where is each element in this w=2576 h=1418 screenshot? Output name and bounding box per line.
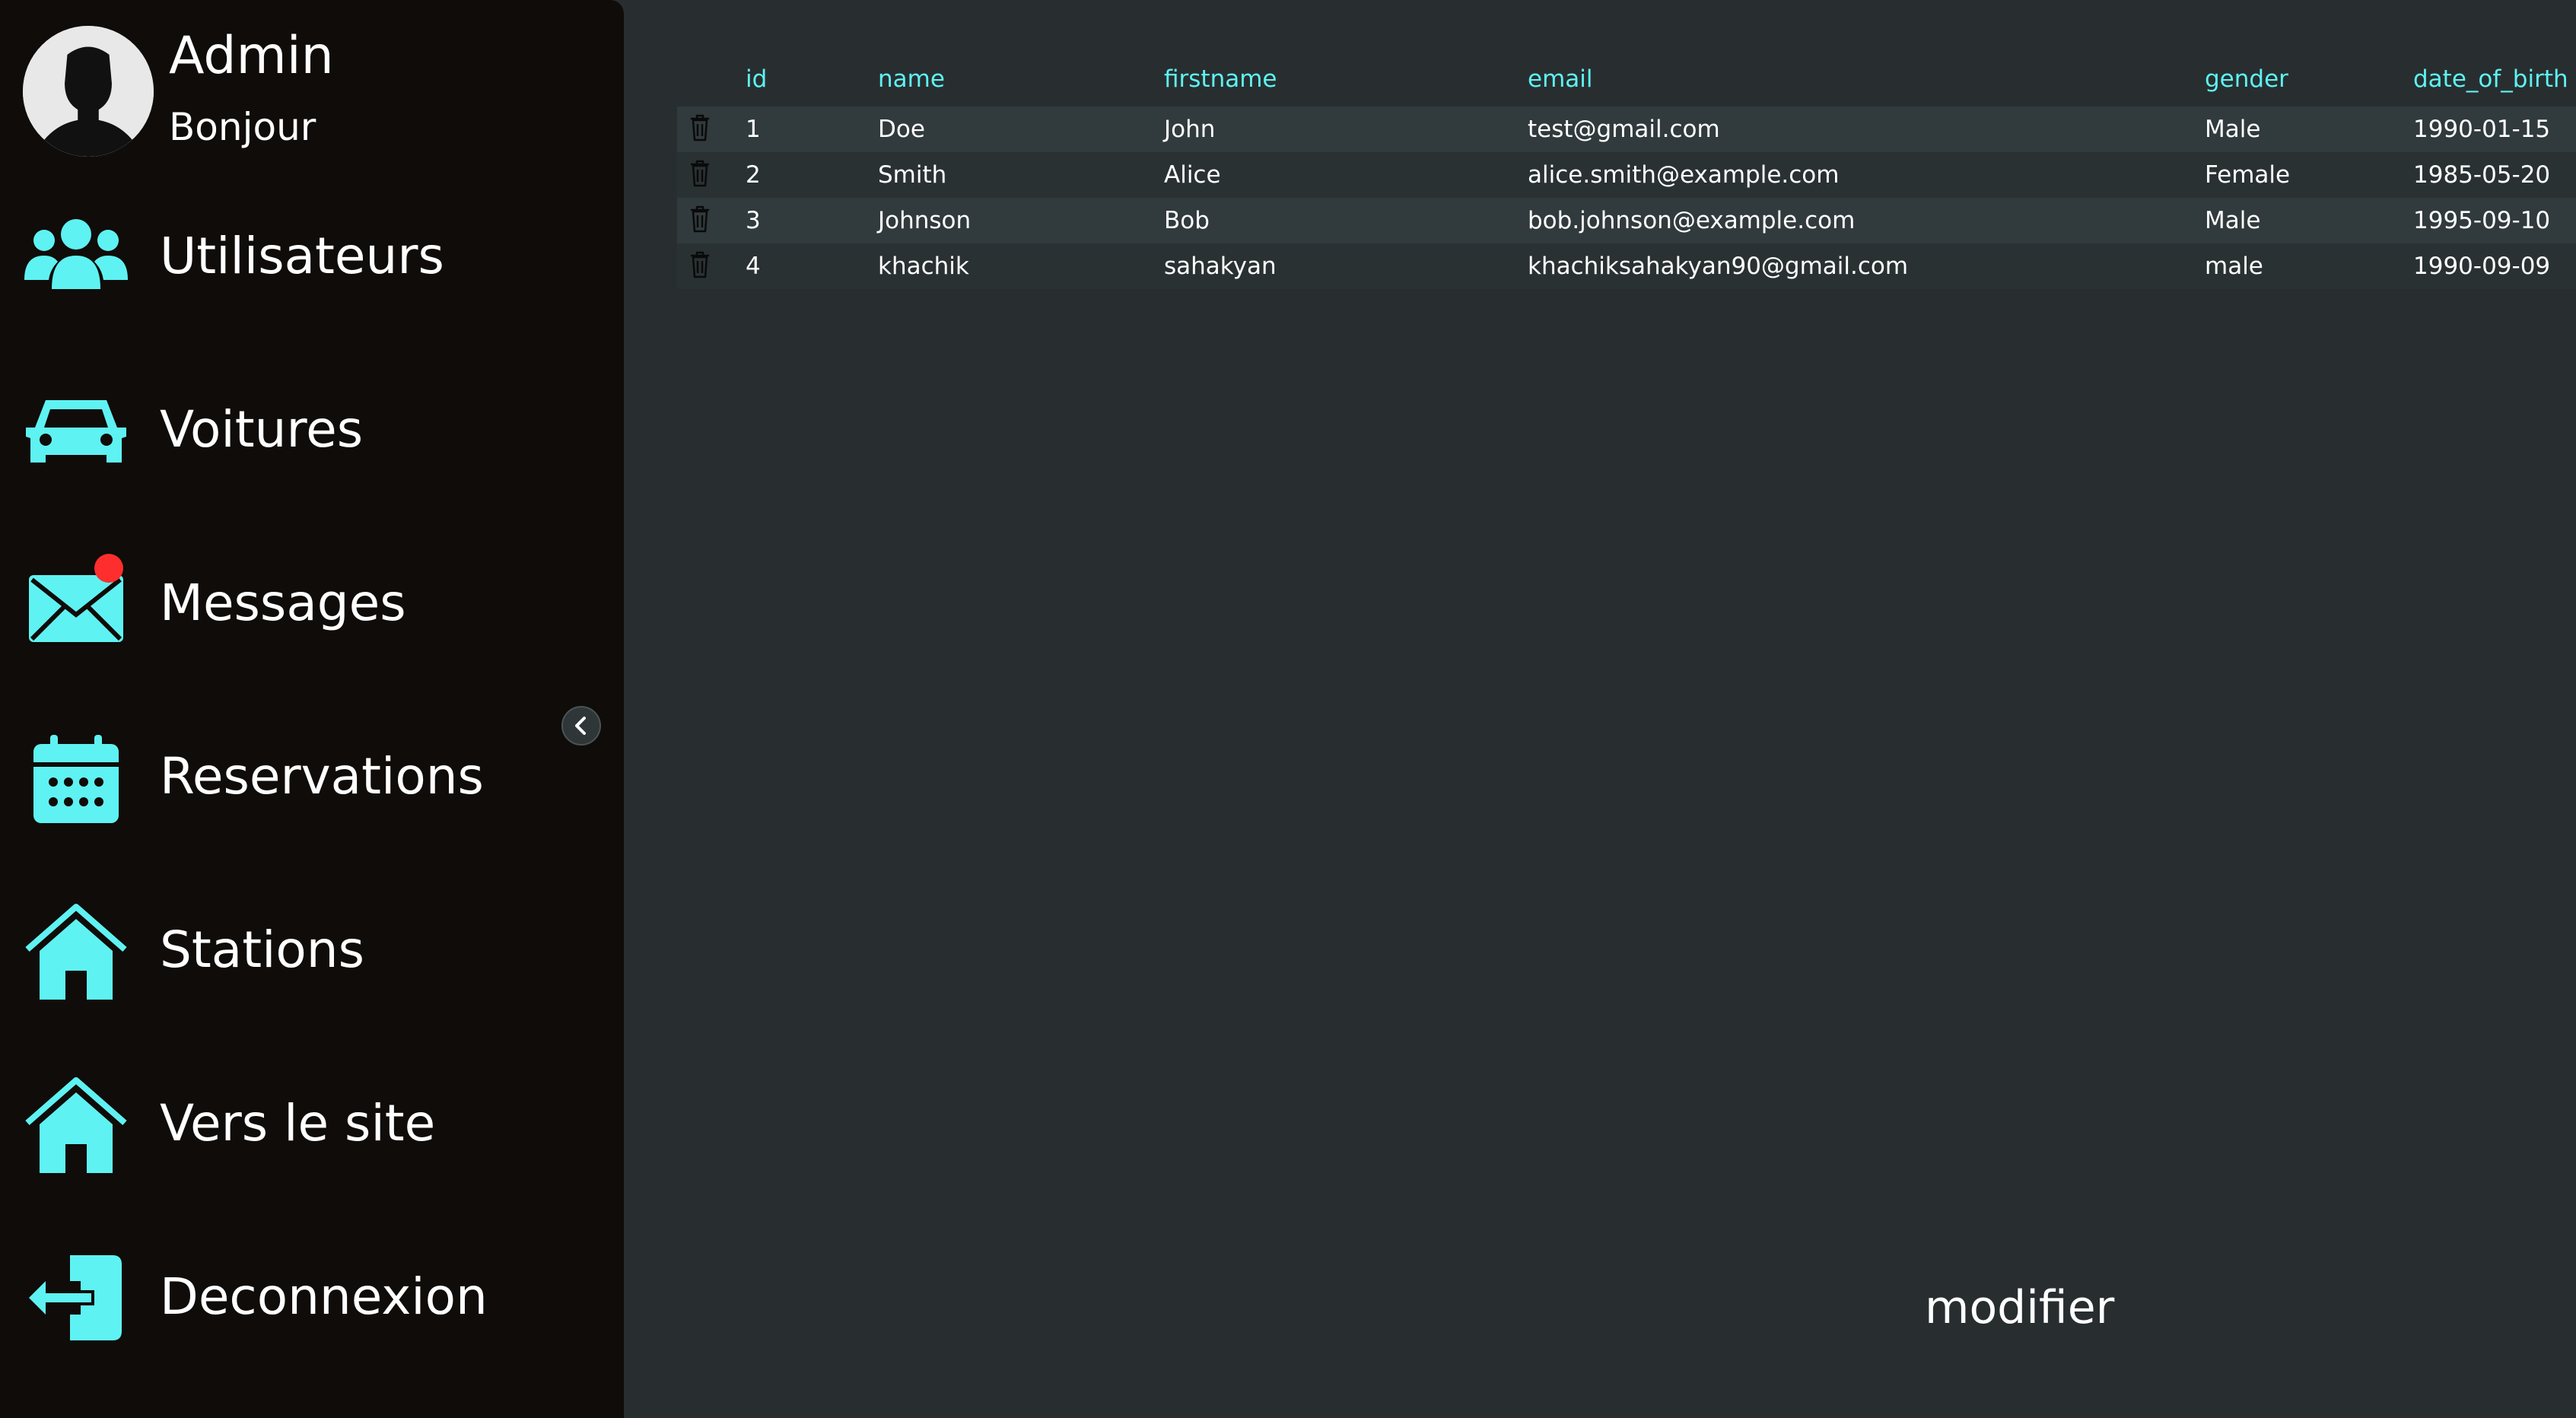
users-table: id name firstname email gender date_of_b… — [677, 61, 2576, 289]
cell-gender: Male — [2205, 116, 2261, 143]
cell-gender: male — [2205, 253, 2263, 280]
sidebar-item-utilisateurs[interactable]: Utilisateurs — [23, 204, 571, 310]
sidebar-item-messages[interactable]: Messages — [23, 551, 571, 657]
table-row[interactable]: 4 khachik sahakyan khachiksahakyan90@gma… — [677, 243, 2576, 289]
sidebar-item-label: Messages — [160, 574, 406, 632]
avatar — [23, 26, 154, 157]
cell-firstname: Alice — [1164, 161, 1221, 189]
cell-id: 3 — [746, 207, 761, 234]
notification-badge — [94, 554, 123, 583]
main-content: id name firstname email gender date_of_b… — [624, 0, 2576, 1418]
trash-icon[interactable] — [688, 158, 712, 189]
column-header-firstname[interactable]: firstname — [1164, 65, 1277, 93]
column-header-id[interactable]: id — [746, 65, 767, 93]
trash-icon[interactable] — [688, 204, 712, 234]
app-root: Admin Bonjour Utilisateurs Voitures Mess… — [0, 0, 2576, 1418]
sidebar-item-voitures[interactable]: Voitures — [23, 377, 571, 484]
sidebar-item-label: Reservations — [160, 747, 484, 806]
users-icon — [23, 204, 129, 310]
house-icon — [23, 1071, 129, 1178]
user-silhouette-icon — [23, 26, 154, 157]
calendar-icon — [23, 724, 129, 831]
sidebar-item-label: Utilisateurs — [160, 227, 444, 285]
table-row[interactable]: 3 Johnson Bob bob.johnson@example.com Ma… — [677, 198, 2576, 243]
cell-id: 1 — [746, 116, 761, 143]
house-icon — [23, 898, 129, 1004]
cell-firstname: John — [1164, 116, 1216, 143]
table-row[interactable]: 2 Smith Alice alice.smith@example.com Fe… — [677, 152, 2576, 198]
column-header-gender[interactable]: gender — [2205, 65, 2288, 93]
profile-name: Admin — [169, 26, 334, 86]
cell-date-of-birth: 1995-09-10 — [2413, 207, 2551, 234]
sidebar-item-label: Stations — [160, 920, 365, 979]
cell-name: Doe — [878, 116, 925, 143]
sidebar-item-reservations[interactable]: Reservations — [23, 724, 571, 831]
profile-greeting: Bonjour — [169, 105, 316, 149]
modify-button[interactable]: modifier — [1925, 1281, 2114, 1334]
cell-name: Johnson — [878, 207, 972, 234]
sidebar-item-stations[interactable]: Stations — [23, 898, 571, 1004]
cell-email: bob.johnson@example.com — [1528, 207, 1856, 234]
cell-email: alice.smith@example.com — [1528, 161, 1840, 189]
chevron-left-icon — [575, 717, 586, 735]
cell-date-of-birth: 1990-01-15 — [2413, 116, 2551, 143]
column-header-date-of-birth[interactable]: date_of_birth — [2413, 65, 2568, 93]
cell-date-of-birth: 1985-05-20 — [2413, 161, 2551, 189]
car-icon — [23, 377, 129, 484]
table-header-row: id name firstname email gender date_of_b… — [677, 61, 2576, 107]
column-header-name[interactable]: name — [878, 65, 945, 93]
cell-gender: Female — [2205, 161, 2291, 189]
cell-id: 2 — [746, 161, 761, 189]
sidebar-item-deconnexion[interactable]: Deconnexion — [23, 1245, 571, 1351]
sidebar: Admin Bonjour Utilisateurs Voitures Mess… — [0, 0, 624, 1418]
sidebar-item-label: Vers le site — [160, 1094, 436, 1153]
cell-id: 4 — [746, 253, 761, 280]
sidebar-item-vers-le-site[interactable]: Vers le site — [23, 1071, 571, 1178]
cell-firstname: Bob — [1164, 207, 1210, 234]
cell-name: Smith — [878, 161, 947, 189]
collapse-sidebar-button[interactable] — [561, 706, 601, 746]
cell-gender: Male — [2205, 207, 2261, 234]
column-header-email[interactable]: email — [1528, 65, 1593, 93]
trash-icon[interactable] — [688, 250, 712, 280]
cell-email: test@gmail.com — [1528, 116, 1720, 143]
table-row[interactable]: 1 Doe John test@gmail.com Male 1990-01-1… — [677, 107, 2576, 152]
logout-icon — [23, 1245, 129, 1351]
cell-email: khachiksahakyan90@gmail.com — [1528, 253, 1909, 280]
trash-icon[interactable] — [688, 113, 712, 143]
cell-name: khachik — [878, 253, 969, 280]
cell-date-of-birth: 1990-09-09 — [2413, 253, 2551, 280]
cell-firstname: sahakyan — [1164, 253, 1277, 280]
sidebar-item-label: Deconnexion — [160, 1267, 488, 1326]
sidebar-item-label: Voitures — [160, 400, 364, 459]
